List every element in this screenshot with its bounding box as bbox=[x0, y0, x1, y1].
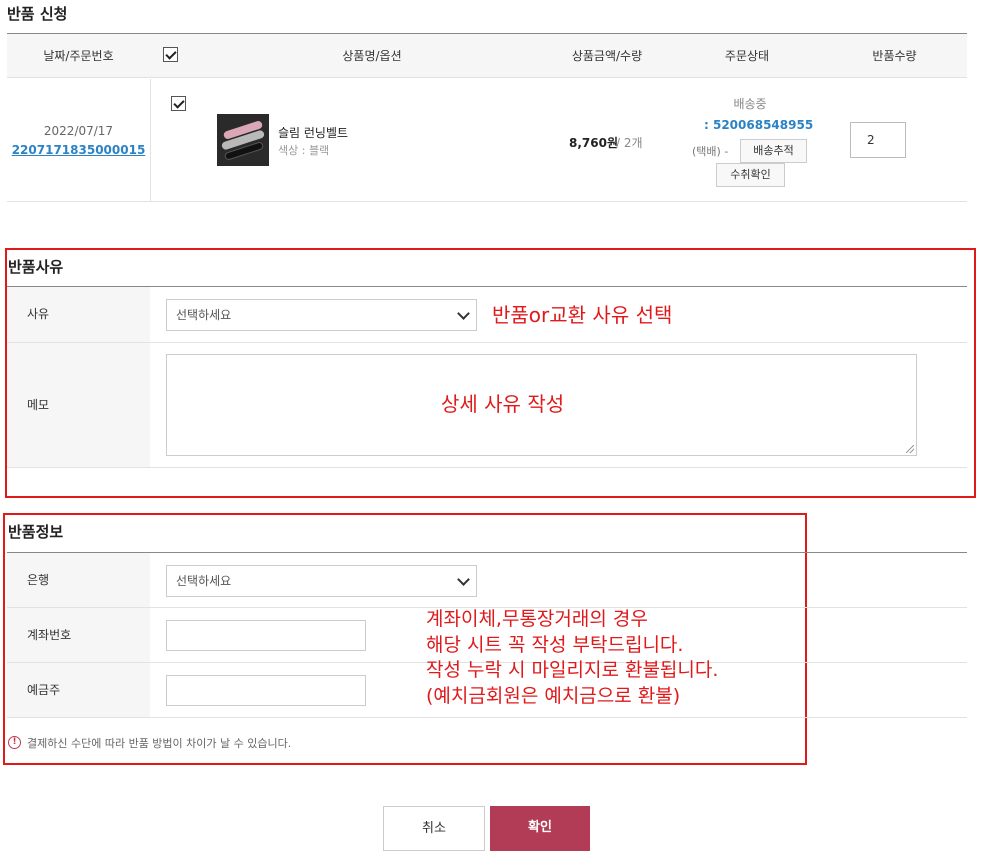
cancel-button[interactable]: 취소 bbox=[383, 806, 485, 851]
track-delivery-button[interactable]: 배송추적 bbox=[740, 139, 807, 163]
tracking-number[interactable]: : 520068548955 bbox=[704, 118, 813, 132]
select-all-checkbox[interactable] bbox=[163, 47, 178, 62]
return-qty-input[interactable]: 2 bbox=[850, 122, 906, 158]
column-separator bbox=[150, 79, 151, 201]
refund-section-title: 반품정보 bbox=[8, 523, 64, 541]
page-title: 반품 신청 bbox=[7, 5, 68, 23]
header-status: 주문상태 bbox=[724, 49, 770, 63]
header-return-qty: 반품수량 bbox=[872, 49, 917, 63]
reason-select-value: 선택하세요 bbox=[176, 308, 232, 322]
header-product: 상품명/옵션 bbox=[342, 49, 402, 63]
item-checkbox[interactable] bbox=[171, 96, 186, 111]
confirm-receipt-button[interactable]: 수취확인 bbox=[716, 163, 785, 187]
annotation-refund: 계좌이체,무통장거래의 경우 해당 시트 꼭 작성 부탁드립니다. 작성 누락 … bbox=[426, 607, 718, 710]
bank-select-value: 선택하세요 bbox=[176, 574, 232, 588]
product-price: 8,760원 bbox=[569, 136, 618, 150]
product-qty: / 2개 bbox=[616, 136, 643, 150]
order-status: 배송중 bbox=[733, 97, 767, 111]
header-date-order: 날짜/주문번호 bbox=[43, 49, 114, 63]
divider bbox=[7, 717, 967, 718]
reason-label: 사유 bbox=[7, 287, 150, 342]
order-table-header: 날짜/주문번호 상품명/옵션 상품금액/수량 주문상태 반품수량 bbox=[7, 34, 967, 78]
annotation-line: (예치금회원은 예치금으로 환불) bbox=[426, 684, 681, 707]
divider bbox=[7, 552, 967, 553]
header-price-qty: 상품금액/수량 bbox=[571, 49, 643, 63]
info-icon: ! bbox=[8, 736, 21, 749]
account-number-label: 계좌번호 bbox=[7, 608, 150, 662]
bank-label: 은행 bbox=[7, 553, 150, 607]
account-number-input[interactable] bbox=[166, 620, 366, 651]
resize-grip-icon[interactable] bbox=[906, 445, 914, 453]
confirm-button[interactable]: 확인 bbox=[490, 806, 590, 851]
annotation-reason: 반품or교환 사유 선택 bbox=[492, 303, 673, 327]
divider bbox=[7, 467, 967, 468]
chevron-down-icon bbox=[457, 307, 470, 320]
product-image bbox=[217, 114, 269, 166]
annotation-memo: 상세 사유 작성 bbox=[441, 392, 565, 416]
divider bbox=[7, 201, 967, 202]
chevron-down-icon bbox=[457, 573, 470, 586]
account-holder-input[interactable] bbox=[166, 675, 366, 706]
product-option: 색상 : 블랙 bbox=[278, 144, 330, 157]
account-holder-label: 예금주 bbox=[7, 663, 150, 717]
order-date: 2022/07/17 bbox=[43, 124, 114, 138]
carrier-label: (택배) - bbox=[692, 145, 729, 158]
annotation-line: 해당 시트 꼭 작성 부탁드립니다. bbox=[426, 633, 684, 656]
memo-label: 메모 bbox=[7, 343, 150, 468]
bank-select[interactable]: 선택하세요 bbox=[166, 565, 477, 597]
reason-select[interactable]: 선택하세요 bbox=[166, 299, 477, 331]
refund-notice: 결제하신 수단에 따라 반품 방법이 차이가 날 수 있습니다. bbox=[27, 737, 292, 750]
reason-section-title: 반품사유 bbox=[8, 258, 64, 276]
divider bbox=[7, 286, 967, 287]
annotation-line: 작성 누락 시 마일리지로 환불됩니다. bbox=[426, 659, 719, 682]
divider bbox=[7, 342, 967, 343]
annotation-line: 계좌이체,무통장거래의 경우 bbox=[426, 608, 648, 630]
product-name[interactable]: 슬림 런닝벨트 bbox=[278, 124, 348, 141]
order-number-link[interactable]: 2207171835000015 bbox=[7, 143, 150, 157]
